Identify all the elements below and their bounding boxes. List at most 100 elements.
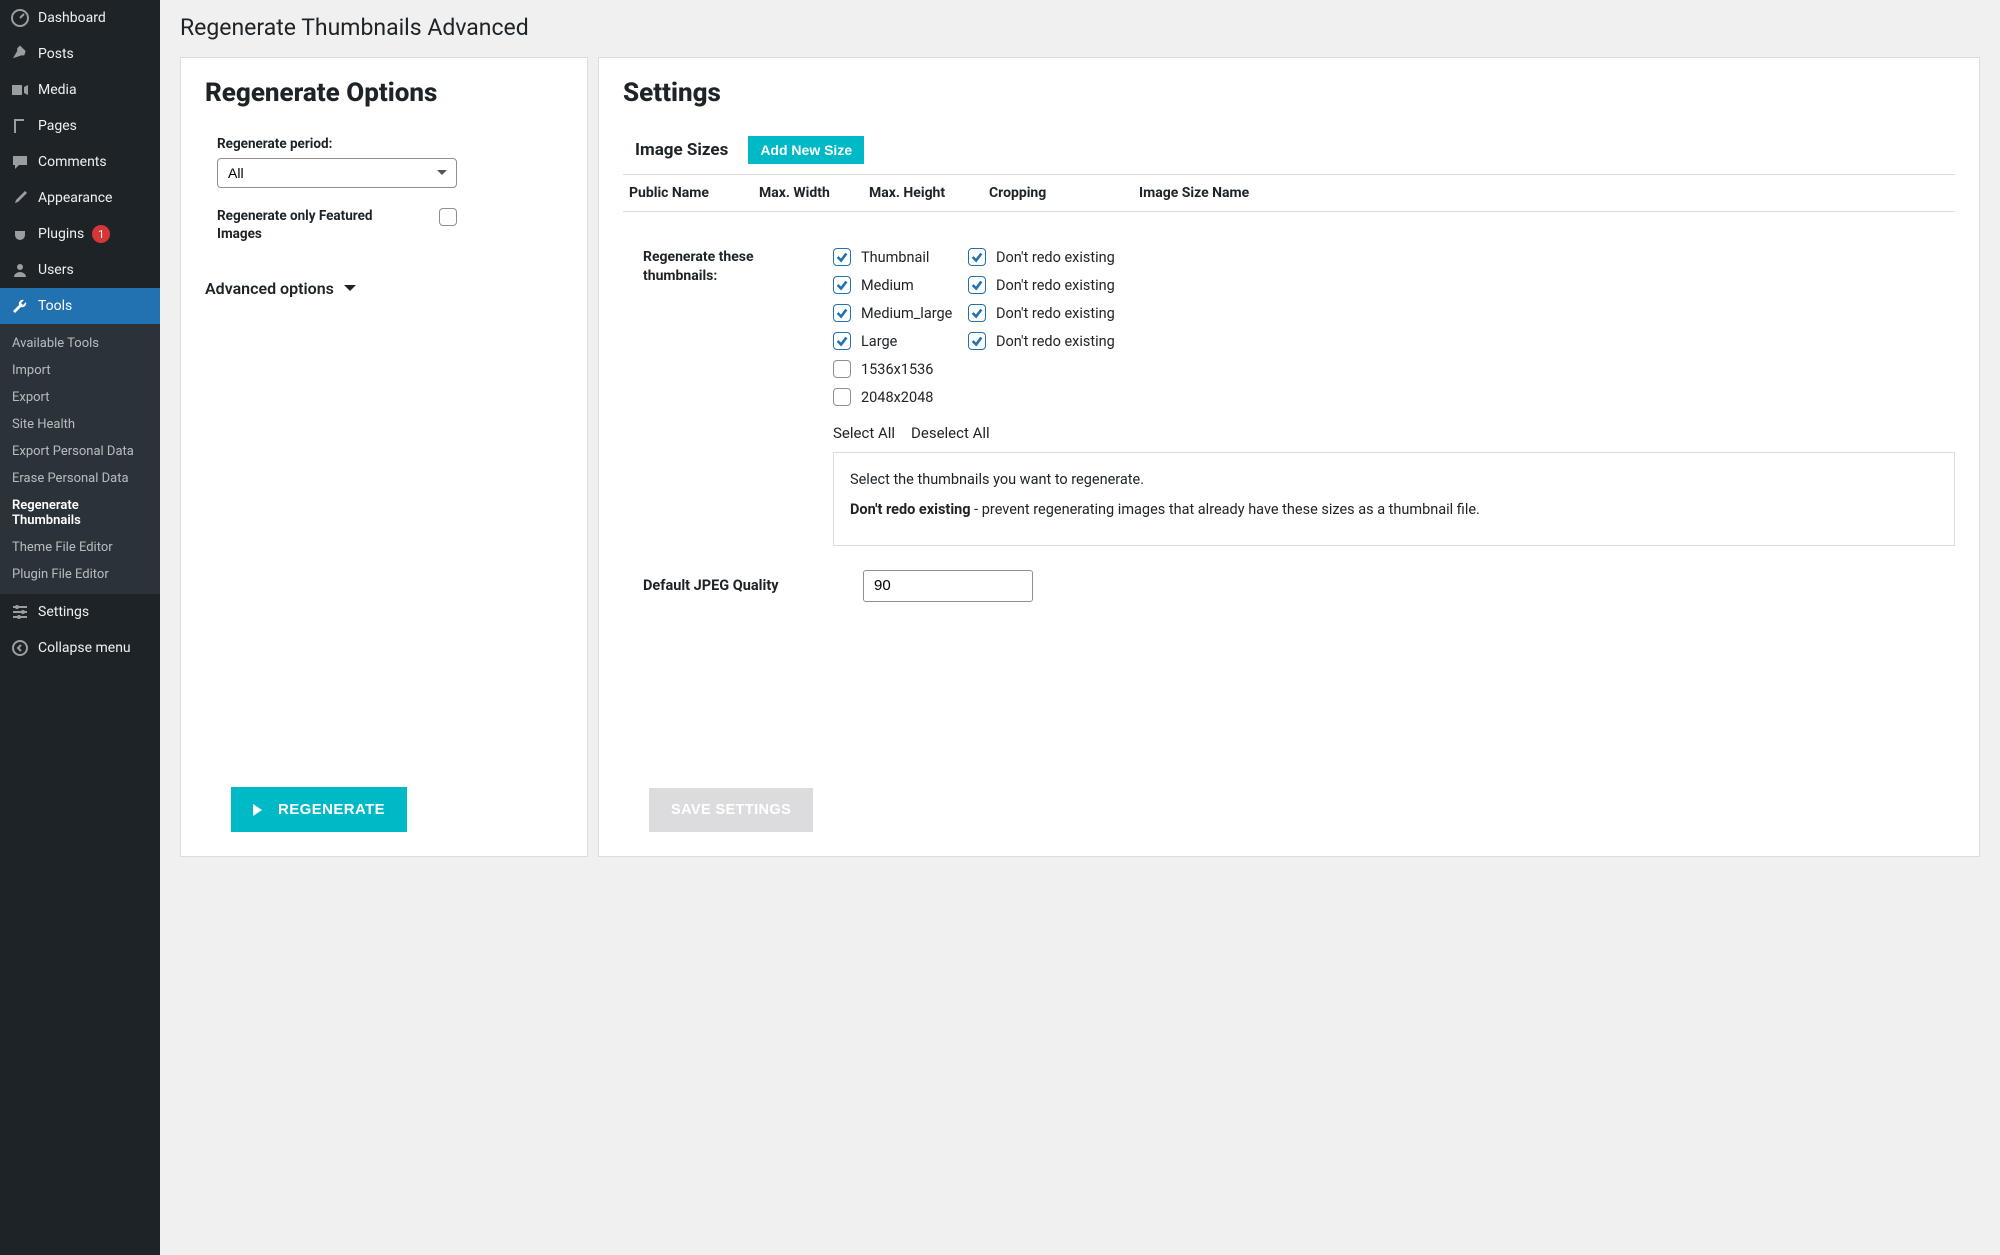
redo-label: Don't redo existing <box>996 305 1115 322</box>
col-cropping: Cropping <box>989 185 1139 201</box>
submenu-theme-editor[interactable]: Theme File Editor <box>0 534 160 561</box>
help-text-1: Select the thumbnails you want to regene… <box>850 469 1938 491</box>
featured-checkbox[interactable] <box>439 208 457 226</box>
sidebar-label: Posts <box>38 46 74 62</box>
regenerate-button-label: REGENERATE <box>278 801 385 818</box>
help-text-2: Don't redo existing - prevent regenerati… <box>850 499 1938 521</box>
col-max-height: Max. Height <box>869 185 989 201</box>
thumbnail-checkbox[interactable] <box>833 248 851 266</box>
sidebar-label: Comments <box>38 154 107 170</box>
collapse-icon <box>10 638 30 658</box>
sidebar-label: Users <box>38 262 74 278</box>
sidebar-label: Settings <box>38 604 89 620</box>
thumb-row-medium: Medium Don't redo existing <box>833 276 1955 294</box>
size-1536-checkbox[interactable] <box>833 360 851 378</box>
advanced-label: Advanced options <box>205 279 334 298</box>
thumb-row-1536: 1536x1536 <box>833 360 1955 378</box>
period-select[interactable]: All <box>217 158 457 188</box>
table-header: Public Name Max. Width Max. Height Cropp… <box>623 175 1955 211</box>
regenerate-options-panel: Regenerate Options Regenerate period: Al… <box>180 57 588 857</box>
thumb-name: 2048x2048 <box>861 389 933 406</box>
media-icon <box>10 80 30 100</box>
submenu-regenerate-thumbnails[interactable]: Regenerate Thumbnails <box>0 492 160 534</box>
col-size-name: Image Size Name <box>1139 185 1949 201</box>
main-content: Regenerate Thumbnails Advanced Regenerat… <box>160 0 2000 1255</box>
wrench-icon <box>10 296 30 316</box>
sidebar-item-media[interactable]: Media <box>0 72 160 108</box>
panel-heading: Settings <box>623 78 1955 108</box>
advanced-options-toggle[interactable]: Advanced options <box>205 279 563 298</box>
comment-icon <box>10 152 30 172</box>
sidebar-item-users[interactable]: Users <box>0 252 160 288</box>
image-sizes-table: Public Name Max. Width Max. Height Cropp… <box>623 174 1955 212</box>
regenerate-button[interactable]: REGENERATE <box>231 787 407 832</box>
submenu-import[interactable]: Import <box>0 357 160 384</box>
thumb-row-large: Large Don't redo existing <box>833 332 1955 350</box>
thumb-row-thumbnail: Thumbnail Don't redo existing <box>833 248 1955 266</box>
large-checkbox[interactable] <box>833 332 851 350</box>
sidebar-item-plugins[interactable]: Plugins 1 <box>0 216 160 252</box>
thumbnail-redo-checkbox[interactable] <box>968 248 986 266</box>
select-all-link[interactable]: Select All <box>833 424 895 442</box>
submenu-export-personal[interactable]: Export Personal Data <box>0 438 160 465</box>
submenu-site-health[interactable]: Site Health <box>0 411 160 438</box>
size-2048-checkbox[interactable] <box>833 388 851 406</box>
save-settings-button[interactable]: SAVE SETTINGS <box>649 788 813 832</box>
play-icon <box>253 804 268 816</box>
thumb-name: Large <box>861 333 897 350</box>
add-new-size-button[interactable]: Add New Size <box>748 136 864 164</box>
plug-icon <box>10 224 30 244</box>
sidebar-item-posts[interactable]: Posts <box>0 36 160 72</box>
sidebar-label: Tools <box>38 298 72 314</box>
thumb-name: Medium_large <box>861 305 952 322</box>
sidebar-label: Media <box>38 82 77 98</box>
large-redo-checkbox[interactable] <box>968 332 986 350</box>
medium-large-checkbox[interactable] <box>833 304 851 322</box>
medium-checkbox[interactable] <box>833 276 851 294</box>
admin-sidebar: Dashboard Posts Media Pages Comments App… <box>0 0 160 1255</box>
sidebar-label: Plugins <box>38 226 84 242</box>
brush-icon <box>10 188 30 208</box>
thumb-name: 1536x1536 <box>861 361 933 378</box>
update-badge: 1 <box>92 225 110 243</box>
sidebar-item-comments[interactable]: Comments <box>0 144 160 180</box>
tools-submenu: Available Tools Import Export Site Healt… <box>0 324 160 594</box>
sidebar-label: Pages <box>38 118 77 134</box>
sidebar-item-tools[interactable]: Tools <box>0 288 160 324</box>
sidebar-item-appearance[interactable]: Appearance <box>0 180 160 216</box>
period-label: Regenerate period: <box>217 136 563 152</box>
user-icon <box>10 260 30 280</box>
chevron-down-icon <box>344 285 356 297</box>
jpeg-quality-input[interactable] <box>863 570 1033 602</box>
medium-large-redo-checkbox[interactable] <box>968 304 986 322</box>
sidebar-label: Appearance <box>38 190 112 206</box>
sidebar-label: Collapse menu <box>38 640 131 656</box>
sidebar-item-dashboard[interactable]: Dashboard <box>0 0 160 36</box>
page-title: Regenerate Thumbnails Advanced <box>180 14 1980 41</box>
dashboard-icon <box>10 8 30 28</box>
medium-redo-checkbox[interactable] <box>968 276 986 294</box>
submenu-available-tools[interactable]: Available Tools <box>0 330 160 357</box>
featured-label: Regenerate only Featured Images <box>217 208 419 243</box>
redo-label: Don't redo existing <box>996 277 1115 294</box>
jpeg-quality-label: Default JPEG Quality <box>643 577 823 594</box>
thumb-name: Thumbnail <box>861 249 929 266</box>
page-icon <box>10 116 30 136</box>
sidebar-label: Dashboard <box>38 10 106 26</box>
sidebar-item-collapse[interactable]: Collapse menu <box>0 630 160 666</box>
submenu-plugin-editor[interactable]: Plugin File Editor <box>0 561 160 588</box>
deselect-all-link[interactable]: Deselect All <box>911 424 990 442</box>
thumb-row-medium-large: Medium_large Don't redo existing <box>833 304 1955 322</box>
col-max-width: Max. Width <box>759 185 869 201</box>
redo-label: Don't redo existing <box>996 249 1115 266</box>
redo-label: Don't redo existing <box>996 333 1115 350</box>
submenu-erase-personal[interactable]: Erase Personal Data <box>0 465 160 492</box>
sliders-icon <box>10 602 30 622</box>
sidebar-item-settings[interactable]: Settings <box>0 594 160 630</box>
thumb-name: Medium <box>861 277 914 294</box>
sidebar-item-pages[interactable]: Pages <box>0 108 160 144</box>
regen-thumbs-label: Regenerate these thumbnails: <box>643 248 803 546</box>
pin-icon <box>10 44 30 64</box>
submenu-export[interactable]: Export <box>0 384 160 411</box>
settings-panel: Settings Image Sizes Add New Size Public… <box>598 57 1980 857</box>
